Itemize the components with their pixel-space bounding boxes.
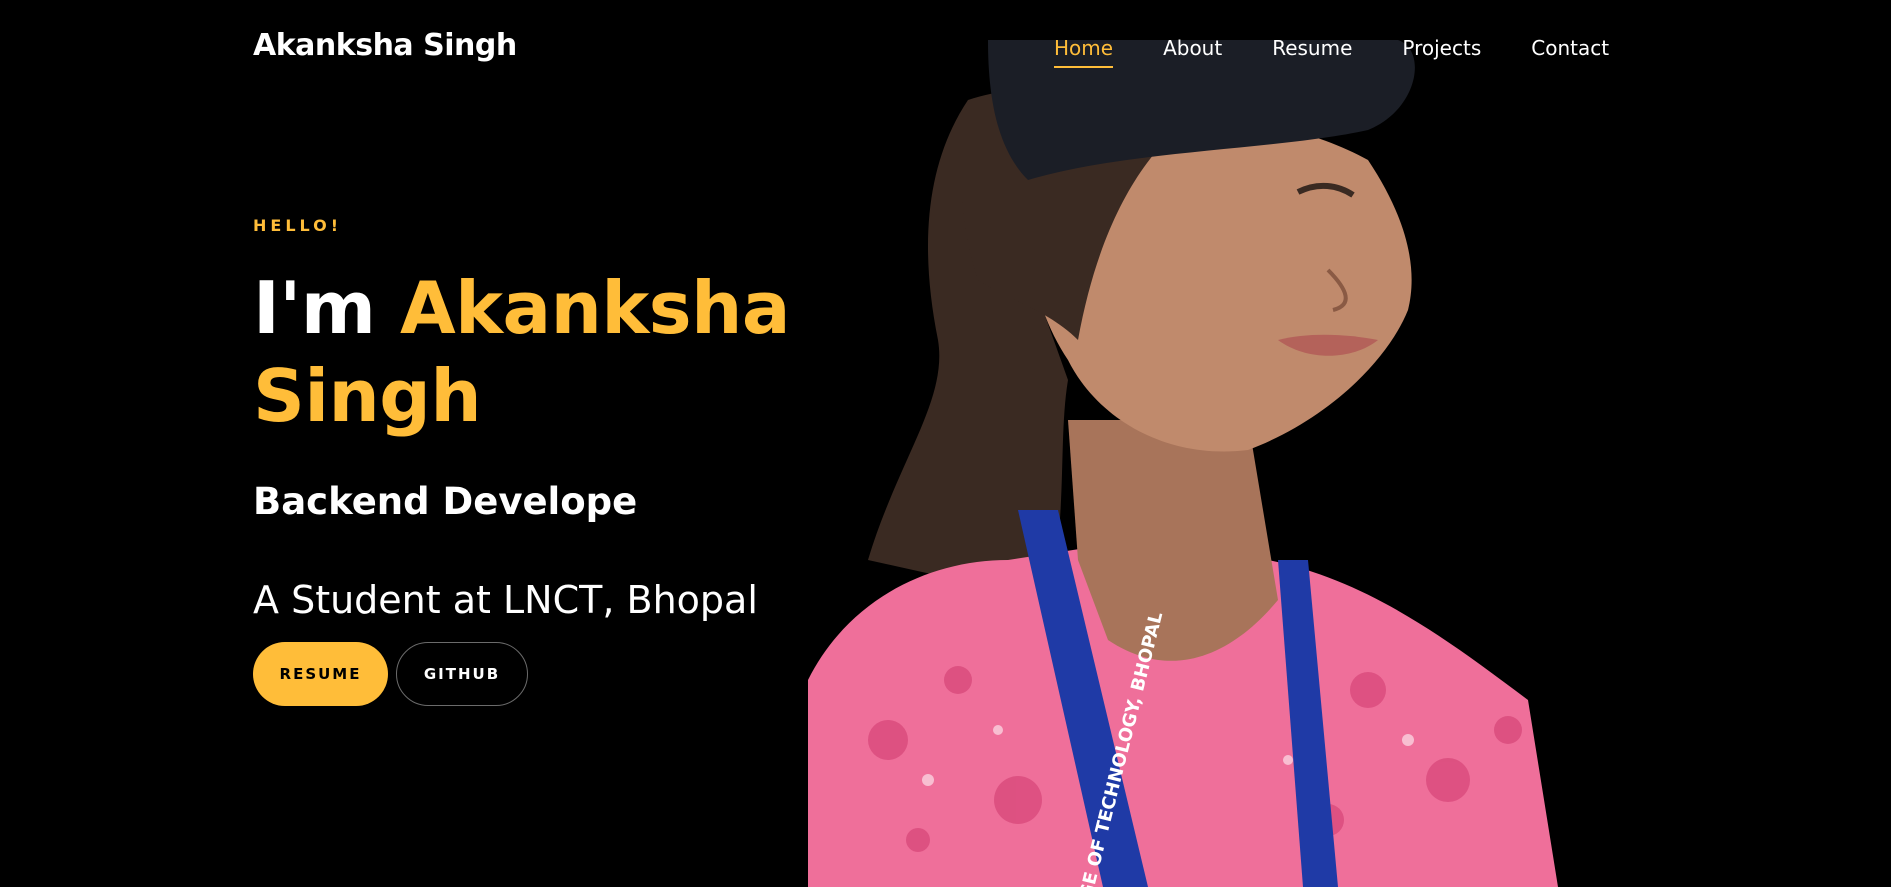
nav-contact[interactable]: Contact: [1531, 36, 1609, 64]
hero-subtitle: A Student at LNCT, Bhopal: [253, 578, 758, 622]
nav-resume[interactable]: Resume: [1272, 36, 1352, 64]
nav-home[interactable]: Home: [1054, 36, 1114, 68]
headline-prefix: I'm: [253, 266, 376, 350]
hero-buttons: RESUME GITHUB: [253, 642, 528, 706]
page: Akanksha Singh Home About Resume Project…: [0, 0, 1891, 887]
main-nav: Home About Resume Projects Contact: [1054, 36, 1609, 68]
brand-logo[interactable]: Akanksha Singh: [253, 28, 517, 63]
nav-projects[interactable]: Projects: [1402, 36, 1481, 64]
github-button[interactable]: GITHUB: [396, 642, 528, 706]
headline-name-last: Singh: [253, 354, 482, 438]
resume-button[interactable]: RESUME: [253, 642, 388, 706]
hero-headline: I'm Akanksha Singh: [253, 264, 813, 440]
hero-role: Backend Develope: [253, 480, 638, 523]
nav-about[interactable]: About: [1163, 36, 1222, 64]
profile-photo: GE OF TECHNOLOGY, BHOPAL: [808, 40, 1558, 887]
headline-name-first: Akanksha: [399, 266, 791, 350]
greeting: HELLO!: [253, 216, 343, 235]
